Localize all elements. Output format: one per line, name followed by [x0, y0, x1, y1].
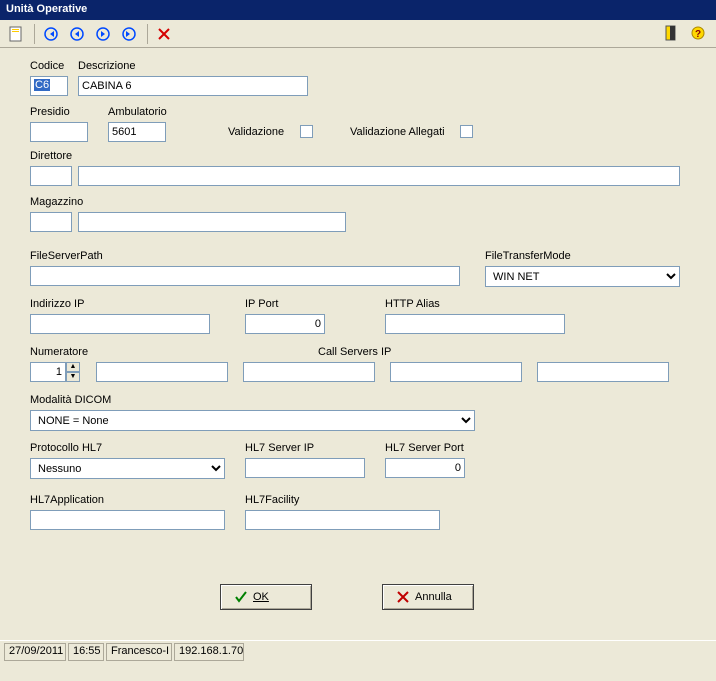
toolbar-separator	[147, 24, 148, 44]
status-bar: 27/09/2011 16:55 Francesco-I 192.168.1.7…	[0, 640, 716, 663]
hl7application-input[interactable]	[30, 510, 225, 530]
label-direttore: Direttore	[30, 150, 72, 162]
spinner-up[interactable]: ▲	[66, 362, 80, 372]
label-hl7-server-port: HL7 Server Port	[385, 442, 464, 454]
label-modalita-dicom: Modalità DICOM	[30, 394, 111, 406]
status-date: 27/09/2011	[4, 643, 66, 661]
first-icon	[44, 27, 58, 41]
magazzino-name-input[interactable]	[78, 212, 346, 232]
cancel-button[interactable]: Annulla	[382, 584, 474, 610]
label-validazione: Validazione	[228, 126, 284, 138]
cancel-label: Annulla	[415, 591, 452, 603]
hl7-server-port-input[interactable]	[385, 458, 465, 478]
label-hl7application: HL7Application	[30, 494, 104, 506]
prev-icon	[70, 27, 84, 41]
label-http-alias: HTTP Alias	[385, 298, 440, 310]
label-hl7facility: HL7Facility	[245, 494, 299, 506]
indirizzo-ip-input[interactable]	[30, 314, 210, 334]
fileserverpath-input[interactable]	[30, 266, 460, 286]
label-presidio: Presidio	[30, 106, 70, 118]
label-ip-port: IP Port	[245, 298, 278, 310]
delete-icon	[158, 28, 170, 40]
label-hl7-server-ip: HL7 Server IP	[245, 442, 314, 454]
numeratore-spinner[interactable]: ▲ ▼	[30, 362, 80, 382]
numeratore-input[interactable]	[30, 362, 66, 382]
magazzino-code-input[interactable]	[30, 212, 72, 232]
status-host: 192.168.1.70	[174, 643, 244, 661]
call-server-4-input[interactable]	[537, 362, 669, 382]
label-indirizzo-ip: Indirizzo IP	[30, 298, 84, 310]
check-icon	[235, 591, 247, 603]
nav-first-button[interactable]	[39, 23, 63, 45]
svg-text:?: ?	[695, 29, 701, 40]
exit-icon	[665, 25, 679, 41]
help-button[interactable]: ?	[686, 22, 710, 44]
filetransfermode-select[interactable]: WIN NET	[485, 266, 680, 287]
validazione-allegati-checkbox[interactable]	[460, 125, 473, 138]
validazione-checkbox[interactable]	[300, 125, 313, 138]
help-icon: ?	[691, 26, 705, 40]
call-server-2-input[interactable]	[243, 362, 375, 382]
label-descrizione: Descrizione	[78, 60, 135, 72]
presidio-input[interactable]	[30, 122, 88, 142]
exit-button[interactable]	[660, 22, 684, 44]
delete-button[interactable]	[152, 23, 176, 45]
label-fileserverpath: FileServerPath	[30, 250, 103, 262]
new-button[interactable]	[4, 23, 28, 45]
title-bar: Unità Operative	[0, 0, 716, 20]
codice-input[interactable]: C6	[34, 79, 50, 91]
nav-next-button[interactable]	[91, 23, 115, 45]
label-validazione-allegati: Validazione Allegati	[350, 126, 445, 138]
hl7facility-input[interactable]	[245, 510, 440, 530]
call-server-1-input[interactable]	[96, 362, 228, 382]
window-title: Unità Operative	[6, 3, 87, 15]
ok-button[interactable]: OK	[220, 584, 312, 610]
http-alias-input[interactable]	[385, 314, 565, 334]
label-magazzino: Magazzino	[30, 196, 83, 208]
nav-last-button[interactable]	[117, 23, 141, 45]
new-icon	[9, 26, 23, 42]
modalita-dicom-select[interactable]: NONE = None	[30, 410, 475, 431]
status-time: 16:55	[68, 643, 104, 661]
hl7-server-ip-input[interactable]	[245, 458, 365, 478]
label-ambulatorio: Ambulatorio	[108, 106, 167, 118]
toolbar-separator	[34, 24, 35, 44]
cancel-icon	[397, 591, 409, 603]
direttore-code-input[interactable]	[30, 166, 72, 186]
descrizione-input[interactable]	[78, 76, 308, 96]
label-protocollo-hl7: Protocollo HL7	[30, 442, 102, 454]
last-icon	[122, 27, 136, 41]
label-numeratore: Numeratore	[30, 346, 88, 358]
ambulatorio-input[interactable]	[108, 122, 166, 142]
label-call-servers-ip: Call Servers IP	[318, 346, 391, 358]
call-server-3-input[interactable]	[390, 362, 522, 382]
ok-label: OK	[253, 591, 269, 603]
label-codice: Codice	[30, 60, 64, 72]
nav-prev-button[interactable]	[65, 23, 89, 45]
direttore-name-input[interactable]	[78, 166, 680, 186]
label-filetransfermode: FileTransferMode	[485, 250, 571, 262]
status-user: Francesco-I	[106, 643, 172, 661]
next-icon	[96, 27, 110, 41]
form-content: Codice Descrizione C6 Presidio Ambulator…	[0, 48, 716, 640]
protocollo-hl7-select[interactable]: Nessuno	[30, 458, 225, 479]
spinner-down[interactable]: ▼	[66, 372, 80, 382]
ip-port-input[interactable]	[245, 314, 325, 334]
toolbar: ?	[0, 20, 716, 48]
